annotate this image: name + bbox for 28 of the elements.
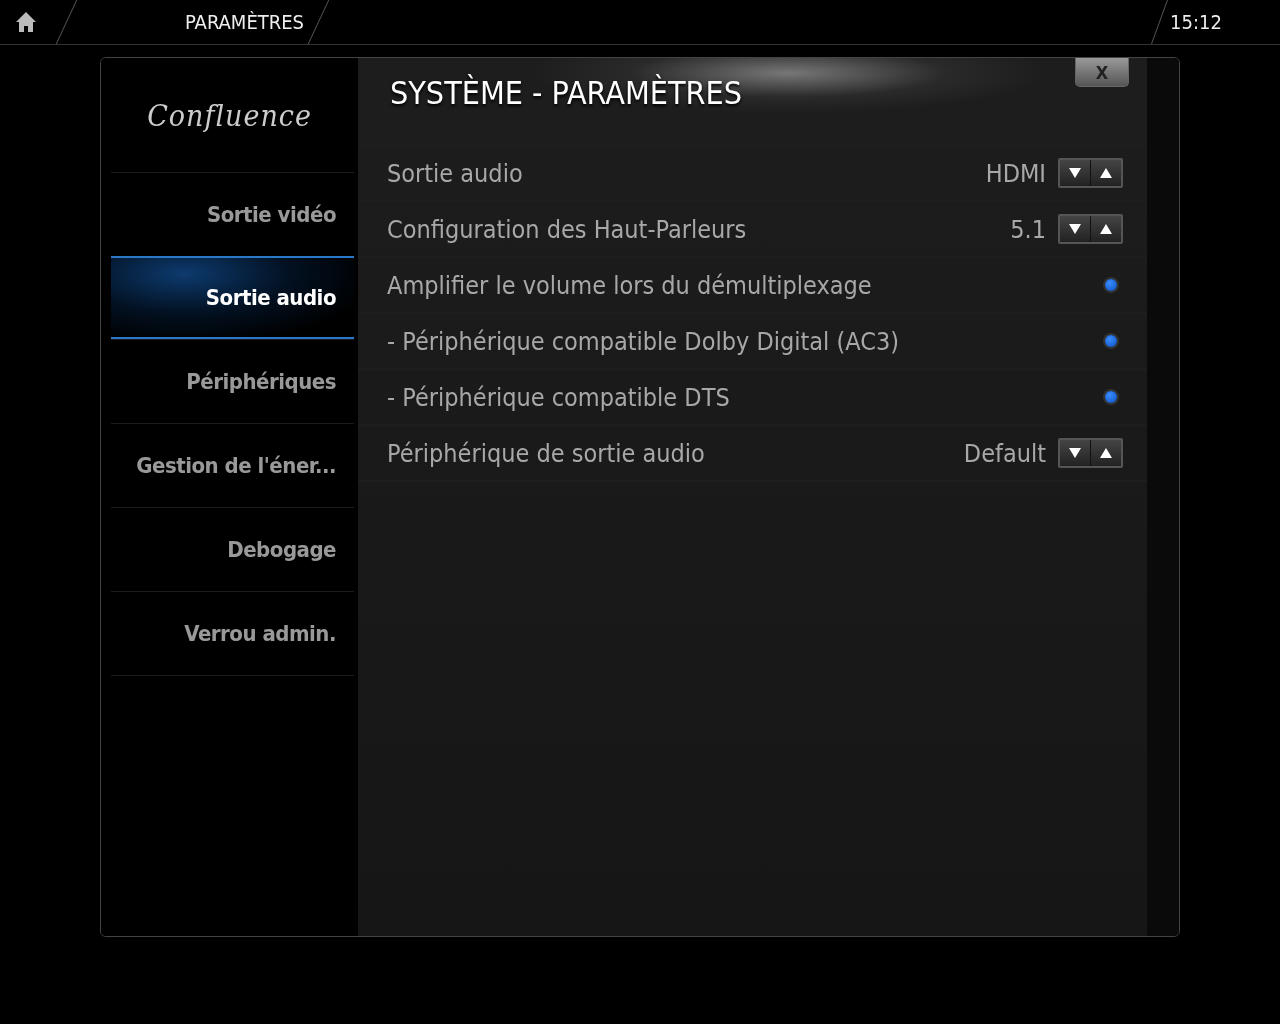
up-arrow-icon — [1099, 167, 1113, 179]
home-icon[interactable] — [15, 11, 37, 33]
down-arrow-icon — [1068, 223, 1082, 235]
logo: Confluence — [147, 97, 312, 133]
radio-indicator[interactable] — [1105, 279, 1117, 291]
radio-indicator[interactable] — [1105, 391, 1117, 403]
close-button[interactable]: X — [1075, 58, 1129, 87]
setting-label[interactable]: - Périphérique compatible DTS — [387, 382, 1105, 412]
sidebar-item[interactable]: Périphériques — [111, 339, 354, 423]
up-arrow-icon — [1099, 447, 1113, 459]
setting-label[interactable]: Périphérique de sortie audio — [387, 438, 964, 468]
setting-value: 5.1 — [1010, 214, 1046, 244]
radio-indicator[interactable] — [1105, 335, 1117, 347]
setting-value: Default — [963, 438, 1046, 468]
setting-label[interactable]: - Périphérique compatible Dolby Digital (AC3) — [387, 326, 1105, 356]
down-arrow-icon — [1068, 167, 1082, 179]
up-arrow-icon — [1099, 223, 1113, 235]
setting-value: HDMI — [985, 158, 1046, 188]
setting-label[interactable]: Amplifier le volume lors du démultiplexage — [387, 270, 1105, 300]
page-title: PARAMÈTRES — [185, 9, 305, 36]
sidebar-item[interactable]: Debogage — [111, 507, 354, 591]
sidebar-item[interactable]: Gestion de l'éner... — [111, 423, 354, 507]
sidebar-item[interactable]: Sortie audio — [111, 256, 354, 339]
setting-label[interactable]: Sortie audio — [387, 158, 986, 188]
clock: 15:12 — [1170, 10, 1222, 34]
down-arrow-icon — [1068, 447, 1082, 459]
setting-label[interactable]: Configuration des Haut-Parleurs — [387, 214, 1011, 244]
panel-title: SYSTÈME - PARAMÈTRES — [390, 74, 743, 112]
